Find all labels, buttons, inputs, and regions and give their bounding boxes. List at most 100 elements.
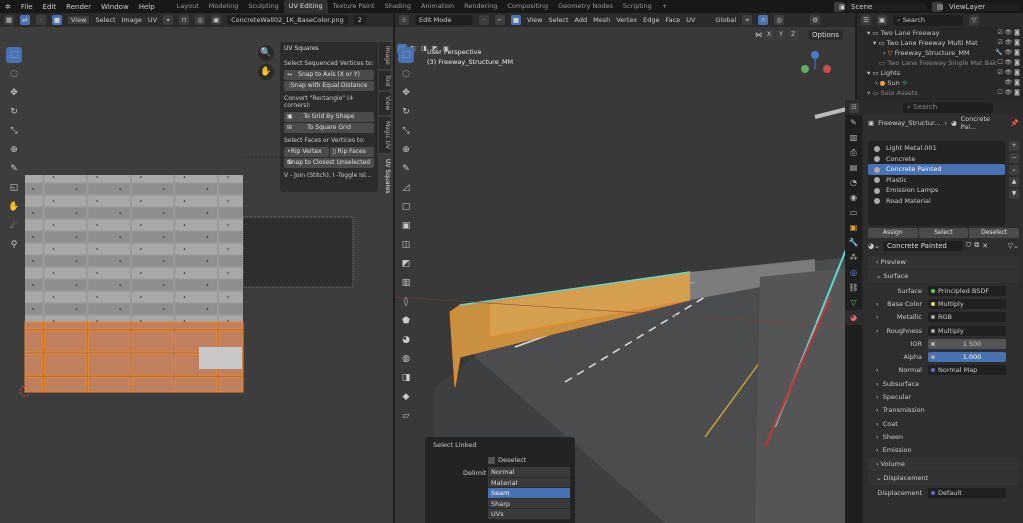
surface-shader-field[interactable]: Principled BSDF	[928, 285, 1006, 296]
outliner-item[interactable]: › ● Sun ☼ 👁 ◙	[857, 78, 1023, 88]
face-mode-icon[interactable]: ■	[511, 15, 521, 25]
orientation-dropdown[interactable]: Global	[715, 16, 736, 24]
mirror-y[interactable]: Y	[776, 30, 786, 40]
blender-logo-icon[interactable]: ✲	[0, 3, 16, 11]
tab-animation[interactable]: Animation	[416, 0, 459, 13]
outliner-item[interactable]: ▾ ▭ Lights ☑ 👁 ◙	[857, 68, 1023, 78]
ior-field[interactable]: 1.500	[928, 338, 1006, 349]
edge-mode-icon[interactable]: ⌐	[495, 15, 505, 25]
outliner-item[interactable]: ▾ ▭ Two Lane Freeway Multi Mat ☑ 👁 ◙	[857, 38, 1023, 48]
material-slot[interactable]: Road Material	[868, 196, 1005, 207]
add-slot-icon[interactable]: +	[1009, 141, 1019, 151]
add-workspace-button[interactable]: +	[657, 0, 672, 13]
snap-equal-distance-button[interactable]: ⋮ Snap with Equal Distance	[284, 81, 374, 91]
menu-render[interactable]: Render	[61, 3, 96, 11]
duplicate-icon[interactable]: ⧉	[974, 241, 979, 250]
image-users-count[interactable]: 2	[353, 15, 366, 25]
surface-section[interactable]: ⌄ Surface	[868, 270, 1019, 283]
tab-geometry-nodes[interactable]: Geometry Nodes	[553, 0, 618, 13]
collection-tab-icon[interactable]: ▭	[845, 205, 862, 220]
transmission-subpanel[interactable]: › Transmission	[868, 404, 1019, 417]
material-slot[interactable]: Concrete Painted	[868, 164, 1005, 175]
menu-edit[interactable]: Edit	[38, 3, 62, 11]
uv-menu-image[interactable]: Image	[122, 16, 142, 24]
scene-icon[interactable]: ▣	[834, 1, 846, 12]
deselect-button[interactable]: Deselect	[969, 228, 1020, 238]
overlay-icon[interactable]: ⚙	[810, 15, 821, 25]
tab-sculpting[interactable]: Sculpting	[243, 0, 283, 13]
editor-type-3d-icon[interactable]: ⊹	[399, 15, 409, 25]
tab-modeling[interactable]: Modeling	[204, 0, 244, 13]
poly-build-icon[interactable]: ⬟	[398, 313, 414, 329]
sync-selection-icon[interactable]: ⇄	[20, 15, 30, 25]
tool-tab-icon[interactable]: ✎	[845, 115, 862, 130]
rip-faces-button[interactable]: ▯ Rip Faces	[329, 147, 374, 157]
tab-rendering[interactable]: Rendering	[459, 0, 502, 13]
sheen-subpanel[interactable]: › Sheen	[868, 430, 1019, 443]
vp-menu-view[interactable]: View	[527, 16, 542, 24]
displacement-section[interactable]: ⌄ Displacement	[868, 471, 1019, 485]
select-tool-icon[interactable]: ⬚	[398, 47, 414, 63]
specular-subpanel[interactable]: › Specular	[868, 390, 1019, 403]
delimit-sharp[interactable]: Sharp	[488, 498, 570, 509]
volume-section[interactable]: › Volume	[868, 457, 1019, 471]
material-browse-icon[interactable]: ◕⌄	[868, 242, 880, 250]
material-slot[interactable]: Concrete	[868, 154, 1005, 165]
uv-squares-title[interactable]: UV Squares	[284, 45, 374, 52]
material-slot[interactable]: Plastic	[868, 175, 1005, 186]
particles-tab-icon[interactable]: ⁂	[845, 250, 862, 265]
scene-tab-icon[interactable]: ◔	[845, 175, 862, 190]
fake-user-icon[interactable]: ⛉	[966, 241, 971, 250]
add-cube-icon[interactable]: ▢	[398, 199, 414, 215]
metallic-field[interactable]: RGB	[928, 312, 1006, 323]
snap-closest-unselected-button[interactable]: ⊞ Snap to Closest Unselected	[284, 158, 374, 168]
shear-icon[interactable]: ▱	[398, 408, 414, 424]
uv-menu-select[interactable]: Select	[95, 16, 115, 24]
coat-subpanel[interactable]: › Coat	[868, 417, 1019, 430]
normal-field[interactable]: Normal Map	[928, 365, 1006, 376]
cursor-icon[interactable]: ◌	[398, 66, 414, 82]
move-down-icon[interactable]: ▼	[1009, 189, 1019, 199]
to-square-grid-button[interactable]: ⊞ To Square Grid	[284, 123, 374, 133]
snap-to-axis-button[interactable]: ↔ Snap to Axis (X or Y)	[284, 70, 374, 80]
material-slot[interactable]: Emission Lamps	[868, 185, 1005, 196]
annotate-icon[interactable]: ✎	[398, 161, 414, 177]
vp-menu-mesh[interactable]: Mesh	[593, 16, 610, 24]
alpha-field[interactable]: 1.000	[928, 352, 1006, 363]
measure-icon[interactable]: ◿	[398, 180, 414, 196]
editor-type-icon[interactable]: ▦	[4, 15, 14, 25]
pivot-icon[interactable]: ⌖	[163, 15, 174, 25]
filter-icon[interactable]: ▽	[969, 15, 979, 25]
vertex-mode-icon[interactable]: ·	[479, 15, 489, 25]
base-color-field[interactable]: Multiply	[928, 298, 1006, 309]
outliner-item[interactable]: ▭ Two Lane Freeway Single Mat Bak ☐ 👁 ◙	[857, 58, 1023, 68]
vp-menu-select[interactable]: Select	[548, 16, 568, 24]
outliner-search[interactable]: ⌕ Search	[893, 14, 963, 26]
smooth-icon[interactable]: ◍	[398, 351, 414, 367]
tab-scripting[interactable]: Scripting	[618, 0, 657, 13]
emission-subpanel[interactable]: › Emission	[868, 444, 1019, 457]
scene-field[interactable]: Scene	[846, 2, 926, 11]
delimit-material[interactable]: Material	[488, 477, 570, 488]
constraints-tab-icon[interactable]: ⛓	[845, 280, 862, 295]
unlink-icon[interactable]: ✕	[982, 242, 988, 250]
modifier-tab-icon[interactable]: 🔧	[845, 235, 862, 250]
tab-layout[interactable]: Layout	[172, 0, 204, 13]
world-tab-icon[interactable]: ◉	[845, 190, 862, 205]
menu-help[interactable]: Help	[134, 3, 160, 11]
pin-icon[interactable]: 📌	[1011, 119, 1019, 127]
image-name-field[interactable]: ConcreteWall02_1K_BaseColor.png	[227, 15, 348, 25]
preview-section[interactable]: › Preview	[868, 256, 1019, 269]
proportional-icon[interactable]: ◎	[195, 15, 206, 25]
tab-compositing[interactable]: Compositing	[502, 0, 553, 13]
outliner-item[interactable]: ▾ ▭ Solo Assets ☐ 👁 ◙	[857, 88, 1023, 98]
scale-icon[interactable]: ⤡	[398, 123, 414, 139]
snap-icon[interactable]: ⊓	[179, 15, 190, 25]
tab-image[interactable]: Image	[379, 42, 391, 69]
vp-menu-vertex[interactable]: Vertex	[616, 16, 637, 24]
render-tab-icon[interactable]: ▥	[845, 130, 862, 145]
tab-texture-paint[interactable]: Texture Paint	[328, 0, 380, 13]
rotate-icon[interactable]: ↻	[398, 104, 414, 120]
tab-tool[interactable]: Tool	[379, 70, 391, 91]
delimit-uvs[interactable]: UVs	[488, 509, 570, 520]
